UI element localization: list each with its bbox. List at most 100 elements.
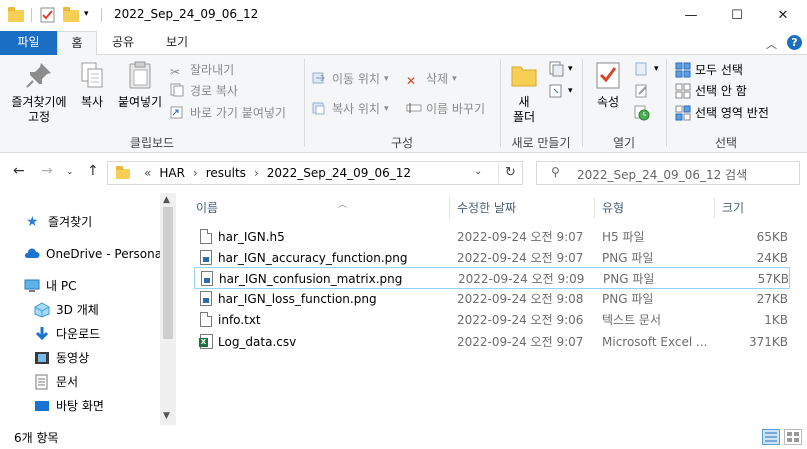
column-divider[interactable] <box>594 197 595 219</box>
file-row[interactable]: Log_data.csv 2022-09-24 오전 9:07 Microsof… <box>194 331 790 353</box>
nav-item-downloads[interactable]: 다운로드 <box>34 323 100 345</box>
copy-to-icon <box>312 101 328 117</box>
nav-item-documents[interactable]: 문서 <box>34 371 78 393</box>
scroll-up-icon[interactable]: ▲ <box>163 195 170 205</box>
properties-check-icon[interactable] <box>40 7 56 23</box>
up-arrow-icon[interactable]: ↑ <box>87 163 99 179</box>
close-button[interactable]: ✕ <box>760 0 806 31</box>
star-icon: ★ <box>26 214 39 230</box>
clipboard-group-label: 클립보드 <box>129 136 175 150</box>
ribbon: 즐겨찾기에 고정 복사 붙여넣기 ✂ 잘라내기 경로 복사 바로 가기 붙여넣기 … <box>0 55 807 153</box>
back-arrow-icon[interactable]: ← <box>13 163 25 179</box>
file-type: PNG 파일 <box>602 251 654 265</box>
file-type: 텍스트 문서 <box>602 313 662 327</box>
address-bar[interactable]: « HAR › results › 2022_Sep_24_09_06_12 ⌄… <box>107 161 523 185</box>
tab-share[interactable]: 공유 <box>103 31 143 55</box>
recent-locations-chevron-icon[interactable]: ⌄ <box>66 167 74 177</box>
file-name: har_IGN_accuracy_function.png <box>218 251 408 265</box>
move-to-button[interactable]: 이동 위치 ▾ <box>312 69 389 89</box>
invert-selection-button[interactable]: 선택 영역 반전 <box>675 103 769 123</box>
maximize-button[interactable]: ☐ <box>714 0 760 31</box>
select-none-button[interactable]: 선택 안 함 <box>675 81 747 101</box>
new-group-label: 새로 만들기 <box>511 136 571 150</box>
nav-label: 다운로드 <box>56 327 101 341</box>
file-type: Microsoft Excel ... <box>602 335 708 349</box>
select-group-label: 선택 <box>714 136 738 150</box>
copy-to-label: 복사 위치 <box>332 102 380 116</box>
help-icon[interactable]: ? <box>787 35 802 50</box>
refresh-icon[interactable]: ↻ <box>498 163 522 183</box>
select-none-label: 선택 안 함 <box>695 84 747 98</box>
nav-item-videos[interactable]: 동영상 <box>34 347 89 369</box>
column-header-name[interactable]: 이름 ︿ <box>196 197 450 219</box>
paste-button[interactable]: 붙여넣기 <box>114 59 166 110</box>
file-row[interactable]: har_IGN.h5 2022-09-24 오전 9:07 H5 파일 65KB <box>194 226 790 248</box>
file-row[interactable]: har_IGN_accuracy_function.png 2022-09-24… <box>194 247 790 269</box>
file-type: H5 파일 <box>602 230 645 244</box>
ribbon-tabs: 파일 홈 공유 보기 ︿ <box>0 31 807 56</box>
address-dropdown-chevron-icon[interactable]: ⌄ <box>474 166 482 177</box>
breadcrumb-har[interactable]: HAR <box>159 166 185 180</box>
scroll-down-icon[interactable]: ▼ <box>163 411 170 421</box>
file-row[interactable]: har_IGN_loss_function.png 2022-09-24 오전 … <box>194 288 790 310</box>
cloud-icon <box>24 246 40 262</box>
breadcrumb-results[interactable]: results <box>206 166 246 180</box>
file-size: 27KB <box>756 292 788 306</box>
column-divider[interactable] <box>449 197 450 219</box>
new-item-button[interactable]: ▾ <box>548 59 573 79</box>
file-size: 1KB <box>764 313 788 327</box>
large-icons-view-icon[interactable] <box>784 429 802 445</box>
rename-label: 이름 바꾸기 <box>426 102 486 116</box>
tab-file[interactable]: 파일 <box>0 31 57 55</box>
copy-button[interactable]: 복사 <box>74 59 110 110</box>
properties-button[interactable]: 속성 <box>590 59 626 110</box>
navigation-scrollbar[interactable]: ▲ ▼ <box>160 193 176 425</box>
column-header-size[interactable]: 크기 <box>722 197 802 219</box>
chevron-down-icon: ▾ <box>383 74 389 84</box>
nav-item-onedrive[interactable]: OneDrive - Personal <box>24 243 165 265</box>
file-date: 2022-09-24 오전 9:08 <box>457 292 584 306</box>
collapse-ribbon-icon[interactable]: ︿ <box>766 36 777 52</box>
open-button[interactable]: ▾ <box>634 59 659 79</box>
new-folder-button[interactable]: 새 폴더 <box>506 59 542 125</box>
column-header-date[interactable]: 수정한 날짜 <box>457 197 597 219</box>
breadcrumb-current-folder[interactable]: 2022_Sep_24_09_06_12 <box>267 166 411 180</box>
breadcrumb-overflow[interactable]: « <box>144 166 151 180</box>
copy-to-button[interactable]: 복사 위치 ▾ <box>312 99 389 119</box>
column-header-type[interactable]: 유형 <box>602 197 718 219</box>
new-folder-icon[interactable] <box>63 7 79 23</box>
edit-button[interactable] <box>634 81 654 101</box>
delete-button[interactable]: ✕ 삭제 ▾ <box>406 69 457 89</box>
file-row[interactable]: info.txt 2022-09-24 오전 9:06 텍스트 문서 1KB <box>194 309 790 331</box>
nav-item-3d-objects[interactable]: 3D 개체 <box>34 299 99 321</box>
rename-button[interactable]: 이름 바꾸기 <box>406 99 485 119</box>
edit-icon <box>634 83 650 99</box>
file-row-selected[interactable]: har_IGN_confusion_matrix.png 2022-09-24 … <box>194 267 790 289</box>
tab-view[interactable]: 보기 <box>155 31 199 55</box>
chevron-down-icon: ▾ <box>654 64 659 74</box>
nav-item-this-pc[interactable]: 내 PC <box>24 275 76 297</box>
nav-item-quick-access[interactable]: ★ 즐겨찾기 <box>26 211 92 233</box>
easy-access-button[interactable]: ▾ <box>548 81 573 101</box>
paste-shortcut-button[interactable]: 바로 가기 붙여넣기 <box>170 103 286 123</box>
nav-label: 3D 개체 <box>56 303 99 317</box>
nav-item-desktop[interactable]: 바탕 화면 <box>34 395 104 417</box>
details-view-icon[interactable] <box>762 429 780 445</box>
select-all-button[interactable]: 모두 선택 <box>675 60 743 80</box>
copy-path-button[interactable]: 경로 복사 <box>170 81 238 101</box>
forward-arrow-icon[interactable]: → <box>41 163 53 179</box>
text-file-icon <box>200 312 213 328</box>
search-box[interactable]: ⚲ 2022_Sep_24_09_06_12 검색 <box>536 161 800 185</box>
tab-home[interactable]: 홈 <box>57 31 97 56</box>
history-button[interactable] <box>634 103 654 123</box>
breadcrumb-separator[interactable]: › <box>254 166 259 180</box>
customize-toolbar-icon[interactable]: ▾ <box>84 9 100 25</box>
minimize-button[interactable]: — <box>668 0 714 31</box>
search-input[interactable]: 2022_Sep_24_09_06_12 검색 <box>577 166 747 183</box>
cut-button[interactable]: ✂ 잘라내기 <box>170 60 234 80</box>
pin-to-quick-access-button[interactable]: 즐겨찾기에 고정 <box>6 59 72 125</box>
breadcrumb-separator[interactable]: › <box>193 166 198 180</box>
scrollbar-thumb[interactable] <box>163 207 173 339</box>
column-divider[interactable] <box>714 197 715 219</box>
breadcrumb: « HAR › results › 2022_Sep_24_09_06_12 <box>144 166 411 180</box>
